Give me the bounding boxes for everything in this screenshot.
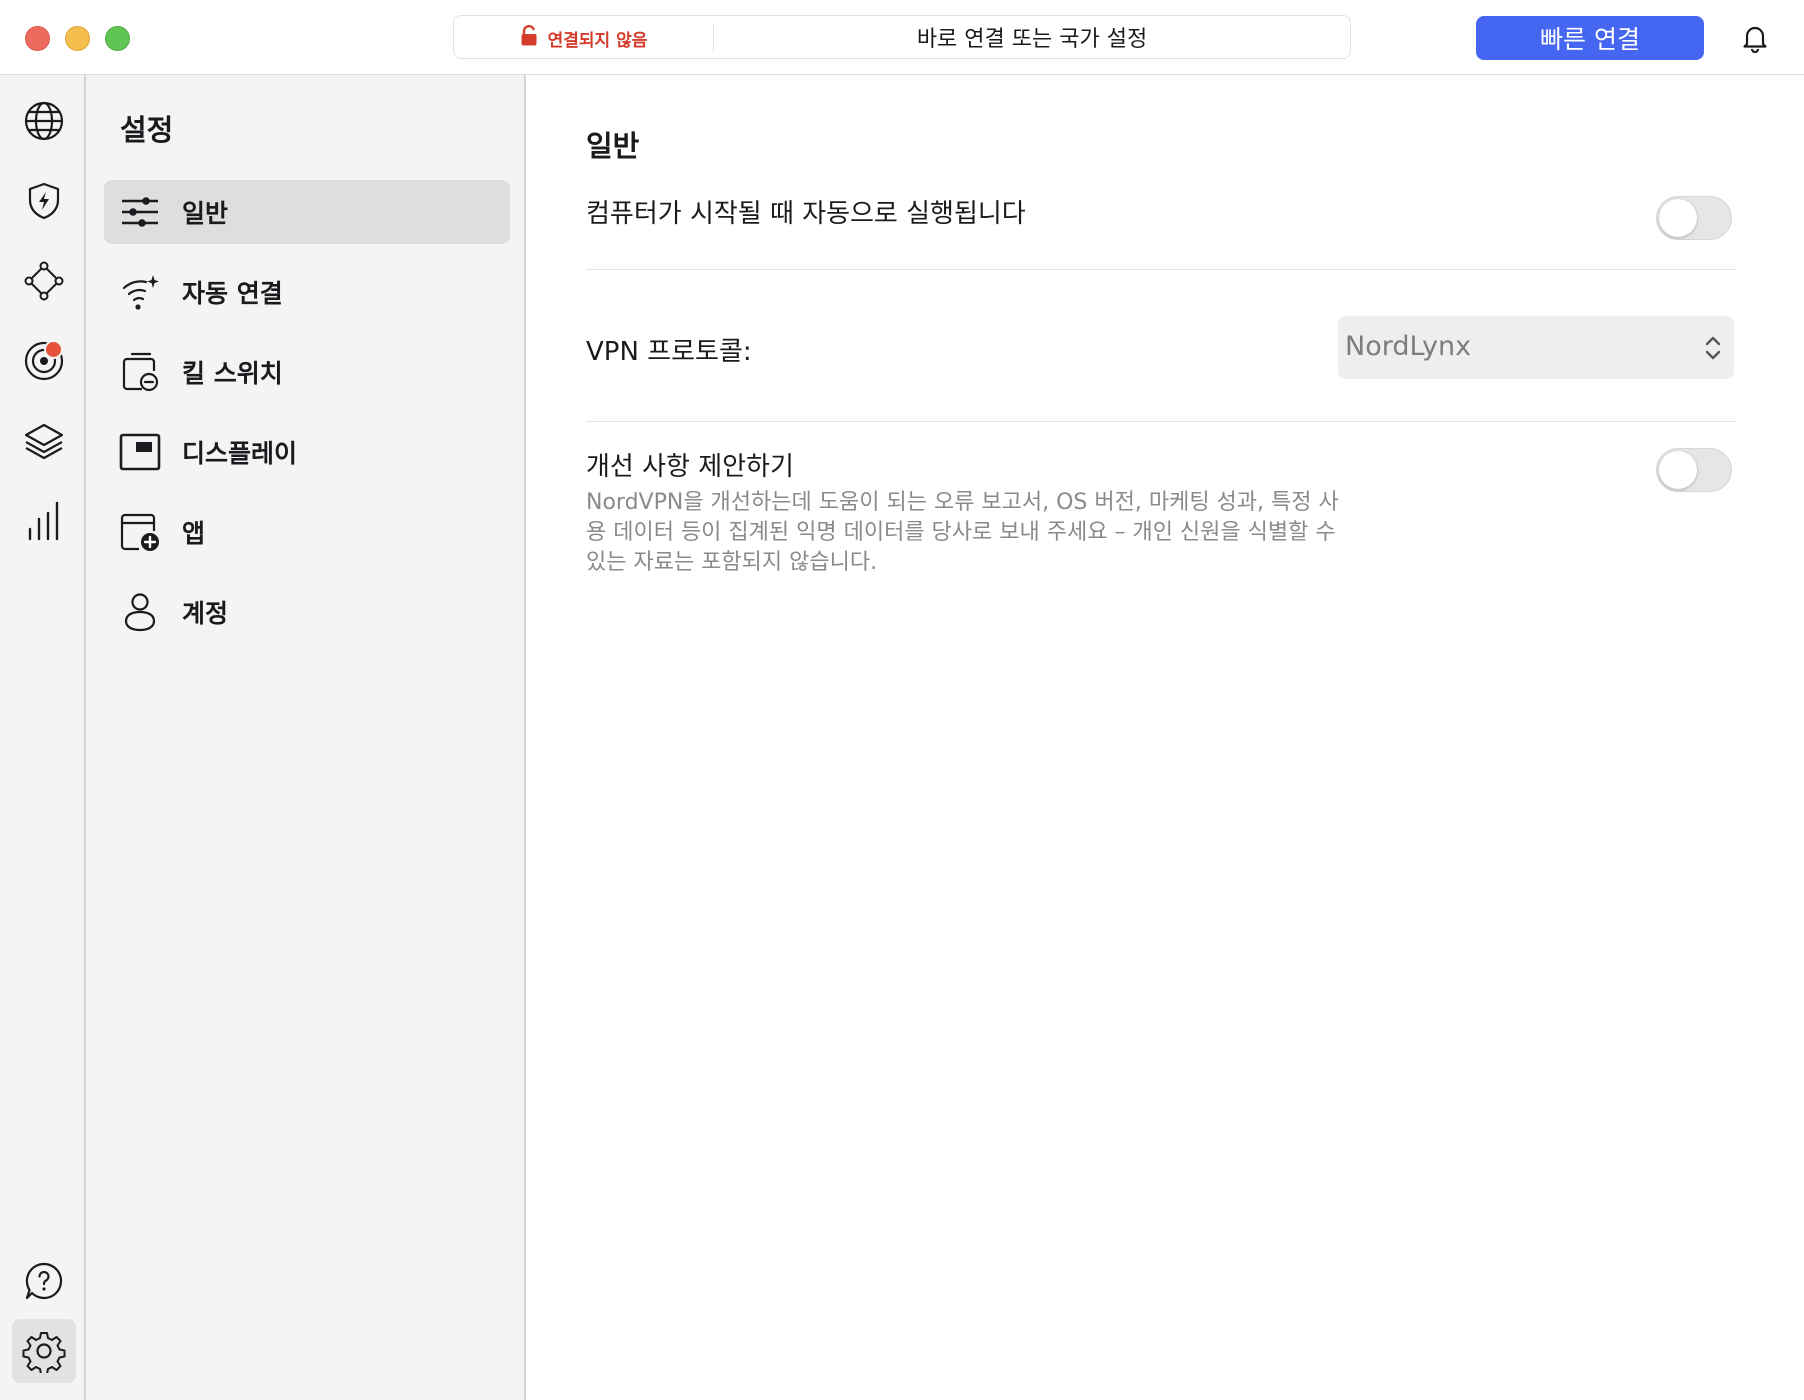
title-bar: 연결되지 않음 바로 연결 또는 국가 설정 빠른 연결 <box>0 0 1804 75</box>
nav-item-label: 디스플레이 <box>182 439 298 468</box>
help-icon <box>25 1262 63 1300</box>
nav-item-account[interactable]: 계정 <box>104 580 510 644</box>
rail-statistics[interactable] <box>12 489 76 553</box>
autostart-label: 컴퓨터가 시작될 때 자동으로 실행됩니다 <box>586 199 1026 229</box>
divider <box>586 421 1736 422</box>
icon-rail <box>0 75 86 1400</box>
rail-specialty-servers[interactable] <box>12 409 76 473</box>
rail-globe[interactable] <box>12 89 76 153</box>
globe-icon <box>24 101 64 141</box>
nav-item-label: 킬 스위치 <box>182 359 283 388</box>
nav-item-label: 자동 연결 <box>182 279 283 308</box>
vpn-protocol-select[interactable]: NordLynx <box>1338 316 1734 379</box>
shield-bolt-icon <box>28 182 60 220</box>
unlocked-padlock-icon <box>520 25 538 51</box>
analytics-toggle[interactable] <box>1656 448 1732 492</box>
kill-switch-icon <box>118 350 162 394</box>
toggle-knob <box>1659 199 1697 237</box>
section-title: 일반 <box>586 129 640 163</box>
bell-icon[interactable] <box>1741 23 1769 54</box>
nav-item-general[interactable]: 일반 <box>104 180 510 244</box>
vpn-protocol-value: NordLynx <box>1345 331 1472 362</box>
divider <box>586 269 1736 270</box>
window-minimize-button[interactable] <box>65 26 90 51</box>
meshnet-icon <box>24 261 64 301</box>
nav-item-display[interactable]: 디스플레이 <box>104 420 510 484</box>
autostart-toggle[interactable] <box>1656 196 1732 240</box>
sliders-icon <box>118 190 162 234</box>
wifi-sparkle-icon <box>118 270 162 314</box>
display-icon <box>118 430 162 474</box>
settings-content: 일반 컴퓨터가 시작될 때 자동으로 실행됩니다 VPN 프로토콜: NordL… <box>526 75 1804 1400</box>
window-close-button[interactable] <box>25 26 50 51</box>
toggle-knob <box>1659 451 1697 489</box>
window-zoom-button[interactable] <box>105 26 130 51</box>
nav-item-kill-switch[interactable]: 킬 스위치 <box>104 340 510 404</box>
app-add-icon <box>118 510 162 554</box>
nav-item-label: 일반 <box>182 199 229 228</box>
nav-item-app[interactable]: 앱 <box>104 500 510 564</box>
rail-meshnet[interactable] <box>12 249 76 313</box>
nav-item-label: 앱 <box>182 519 206 548</box>
gear-icon <box>22 1332 66 1373</box>
layers-icon <box>24 423 64 460</box>
analytics-label: 개선 사항 제안하기 <box>586 452 794 482</box>
rail-threat-protection[interactable] <box>12 169 76 233</box>
notification-badge <box>44 340 63 359</box>
bar-chart-icon <box>28 501 59 541</box>
connection-status-text: 연결되지 않음 <box>547 30 648 51</box>
connect-search-field[interactable]: 바로 연결 또는 국가 설정 <box>714 16 1350 58</box>
settings-nav: 설정 일반 자동 연결 킬 스위치 디스플레이 앱 계정 <box>86 75 526 1400</box>
nav-item-label: 계정 <box>182 599 229 628</box>
nav-title: 설정 <box>120 113 174 147</box>
analytics-description: NordVPN을 개선하는데 도움이 되는 오류 보고서, OS 버전, 마케팅… <box>586 490 1339 575</box>
rail-dark-web-monitor[interactable] <box>12 329 76 393</box>
vpn-protocol-label: VPN 프로토콜: <box>586 337 752 367</box>
chevron-up-down-icon <box>1705 336 1721 360</box>
user-icon <box>118 590 162 634</box>
connection-bar: 연결되지 않음 바로 연결 또는 국가 설정 <box>453 15 1351 59</box>
rail-settings[interactable] <box>12 1319 76 1383</box>
nav-item-auto-connect[interactable]: 자동 연결 <box>104 260 510 324</box>
rail-help[interactable] <box>12 1249 76 1313</box>
quick-connect-button[interactable]: 빠른 연결 <box>1476 16 1704 60</box>
connection-status[interactable]: 연결되지 않음 <box>454 24 714 52</box>
